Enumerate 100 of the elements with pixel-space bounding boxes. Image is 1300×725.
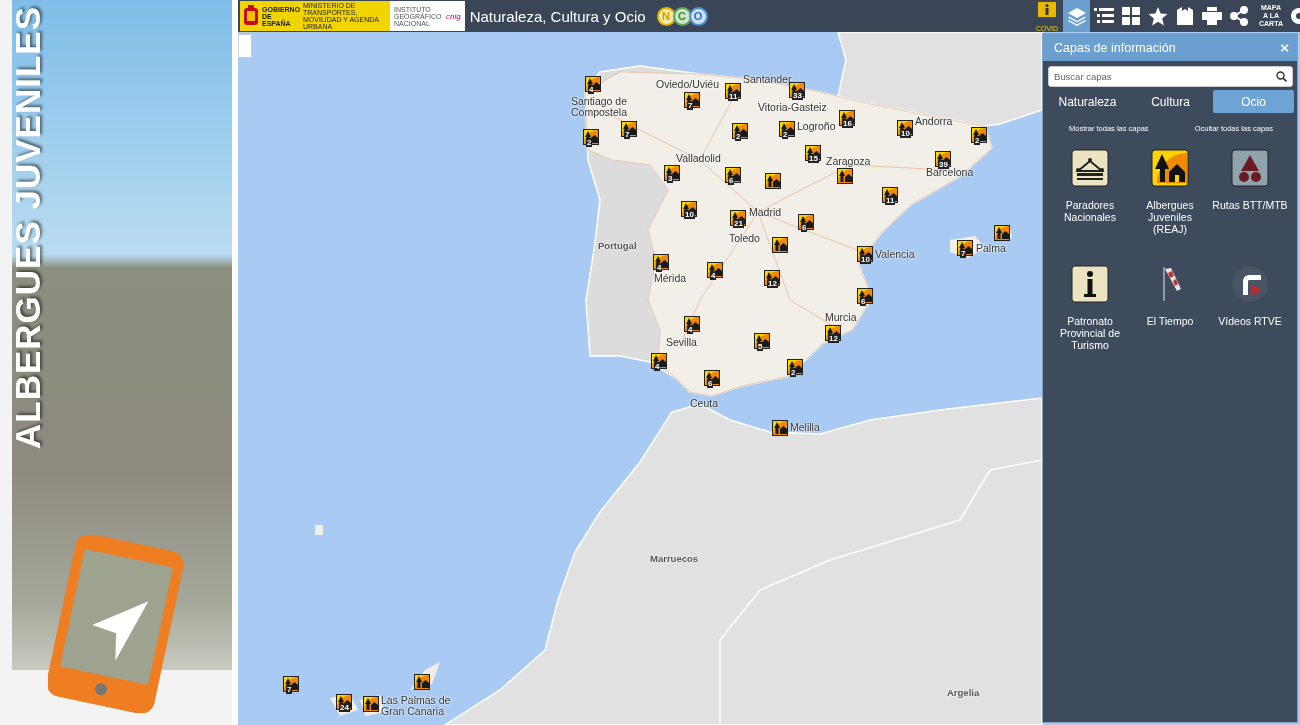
hostel-marker[interactable]: 21 <box>730 210 746 226</box>
hostel-marker[interactable] <box>772 237 788 253</box>
city-label: Santander <box>743 74 792 85</box>
institute-logo: cnig <box>446 11 461 21</box>
print-icon <box>1201 7 1222 25</box>
category-tab[interactable]: Naturaleza <box>1047 90 1128 113</box>
hostel-marker[interactable]: 12 <box>825 325 841 341</box>
city-label: Las Palmas de Gran Canaria <box>381 695 452 717</box>
hostel-marker[interactable]: 4 <box>684 316 700 332</box>
hostel-marker[interactable]: 4 <box>707 262 723 278</box>
tree-house-icon <box>415 675 429 689</box>
hostel-marker[interactable]: 33 <box>789 82 805 98</box>
marker-count: 7 <box>624 130 631 139</box>
marker-count: 12 <box>767 279 778 288</box>
marker-count: 2 <box>586 138 593 147</box>
marker-count: 11 <box>885 196 896 205</box>
hostel-marker[interactable]: 16 <box>839 110 855 126</box>
marker-count: 6 <box>860 297 867 306</box>
tree-house-icon <box>1151 149 1189 187</box>
hostel-marker[interactable]: 4 <box>585 76 601 92</box>
city-label: Logroño <box>797 121 836 132</box>
city-label: Oviedo/Uviéu <box>656 79 720 90</box>
layer-label[interactable]: Albergues Juveniles (REAJ) <box>1132 199 1208 235</box>
hostel-marker[interactable]: 12 <box>764 270 780 286</box>
coat-of-arms-icon <box>243 5 259 27</box>
hostel-marker[interactable]: 10 <box>681 201 697 217</box>
hostel-marker[interactable]: 2 <box>971 127 987 143</box>
hostel-marker[interactable] <box>994 225 1010 241</box>
hostel-marker[interactable]: 10 <box>857 246 873 262</box>
hostel-marker[interactable]: 6 <box>725 167 741 183</box>
grid-icon <box>1121 7 1140 25</box>
marker-count: 11 <box>728 92 739 101</box>
hostel-marker[interactable] <box>363 696 379 712</box>
layer-label[interactable]: Patronato Provincial de Turismo <box>1052 315 1128 351</box>
marker-count: 33 <box>792 91 803 100</box>
star-icon <box>1147 6 1168 26</box>
layer-label[interactable]: Paradores Nacionales <box>1052 199 1128 223</box>
marker-count: 10 <box>860 255 871 264</box>
hostel-marker[interactable] <box>837 168 853 184</box>
marker-count: 10 <box>684 210 695 219</box>
hostel-marker[interactable]: 11 <box>882 187 898 203</box>
hostel-marker[interactable]: 2 <box>583 129 599 145</box>
marker-count: 2 <box>782 130 789 139</box>
city-label: Toledo <box>729 233 760 244</box>
marker-count: 4 <box>710 271 717 280</box>
marker-count: 15 <box>808 154 819 163</box>
hostel-marker[interactable]: 10 <box>897 120 913 136</box>
layer-label[interactable]: El Tiempo <box>1132 315 1208 327</box>
panel-title: Capas de información <box>1054 40 1176 55</box>
search-field[interactable]: Buscar capas <box>1048 66 1293 87</box>
marker-count: 7 <box>960 249 967 258</box>
hostel-marker[interactable]: 6 <box>798 214 814 230</box>
share-icon <box>1229 6 1248 26</box>
hostel-marker[interactable]: 11 <box>725 83 741 99</box>
city-label: Valladolid <box>676 153 721 164</box>
marker-count: 24 <box>339 703 350 712</box>
marker-count: 2 <box>790 368 797 377</box>
marker-count: 10 <box>900 129 911 138</box>
layer-label[interactable]: Vídeos RTVE <box>1212 315 1288 327</box>
hostel-marker[interactable] <box>414 674 430 690</box>
hostel-marker[interactable]: 24 <box>336 694 352 710</box>
banner-title: ALBERGUES JUVENILES <box>8 6 48 449</box>
marker-count: 5 <box>757 342 764 351</box>
hostel-marker[interactable]: 2 <box>779 121 795 137</box>
hostel-marker[interactable]: 5 <box>754 333 770 349</box>
hostel-marker[interactable] <box>765 173 781 189</box>
tree-house-icon <box>995 226 1009 240</box>
city-label: Barcelona <box>926 167 974 178</box>
hostel-marker[interactable] <box>772 420 788 436</box>
category-tab[interactable]: Cultura <box>1130 90 1211 113</box>
country-label: Portugal <box>598 240 637 251</box>
marker-count: 6 <box>728 176 735 185</box>
hostel-marker[interactable]: 6 <box>857 288 873 304</box>
city-label: Palma <box>976 243 1006 254</box>
tree-house-icon <box>773 421 787 435</box>
triangle-circles-icon <box>1231 149 1269 187</box>
marker-count: 21 <box>733 219 744 228</box>
marker-count: 4 <box>588 85 595 94</box>
city-label: Santiago de Compostela <box>571 96 629 118</box>
marker-count: 6 <box>707 379 714 388</box>
hostel-marker[interactable]: 6 <box>704 370 720 386</box>
layers-icon <box>1066 6 1087 26</box>
tree-house-icon <box>838 169 852 183</box>
hostel-marker[interactable]: 7 <box>957 240 973 256</box>
hostel-marker[interactable]: 7 <box>684 92 700 108</box>
hostel-marker[interactable]: 2 <box>787 359 803 375</box>
hostel-marker[interactable]: 4 <box>653 254 669 270</box>
hostel-marker[interactable]: 7 <box>621 121 637 137</box>
hostel-marker[interactable]: 4 <box>651 353 667 369</box>
app-title: Naturaleza, Cultura y Ocio <box>469 7 646 25</box>
hostel-marker[interactable]: 7 <box>283 676 299 692</box>
marker-count: 4 <box>656 263 663 272</box>
hostel-marker[interactable]: 3 <box>664 165 680 181</box>
hostel-marker[interactable]: 39 <box>935 151 951 167</box>
hostel-marker[interactable]: 2 <box>732 123 748 139</box>
info-icon <box>1071 265 1109 303</box>
hostel-marker[interactable]: 15 <box>805 145 821 161</box>
country-label: Argelia <box>947 687 980 698</box>
layer-label[interactable]: Rutas BTT/MTB <box>1212 199 1288 211</box>
city-label: Vitoria-Gasteiz <box>758 102 827 113</box>
